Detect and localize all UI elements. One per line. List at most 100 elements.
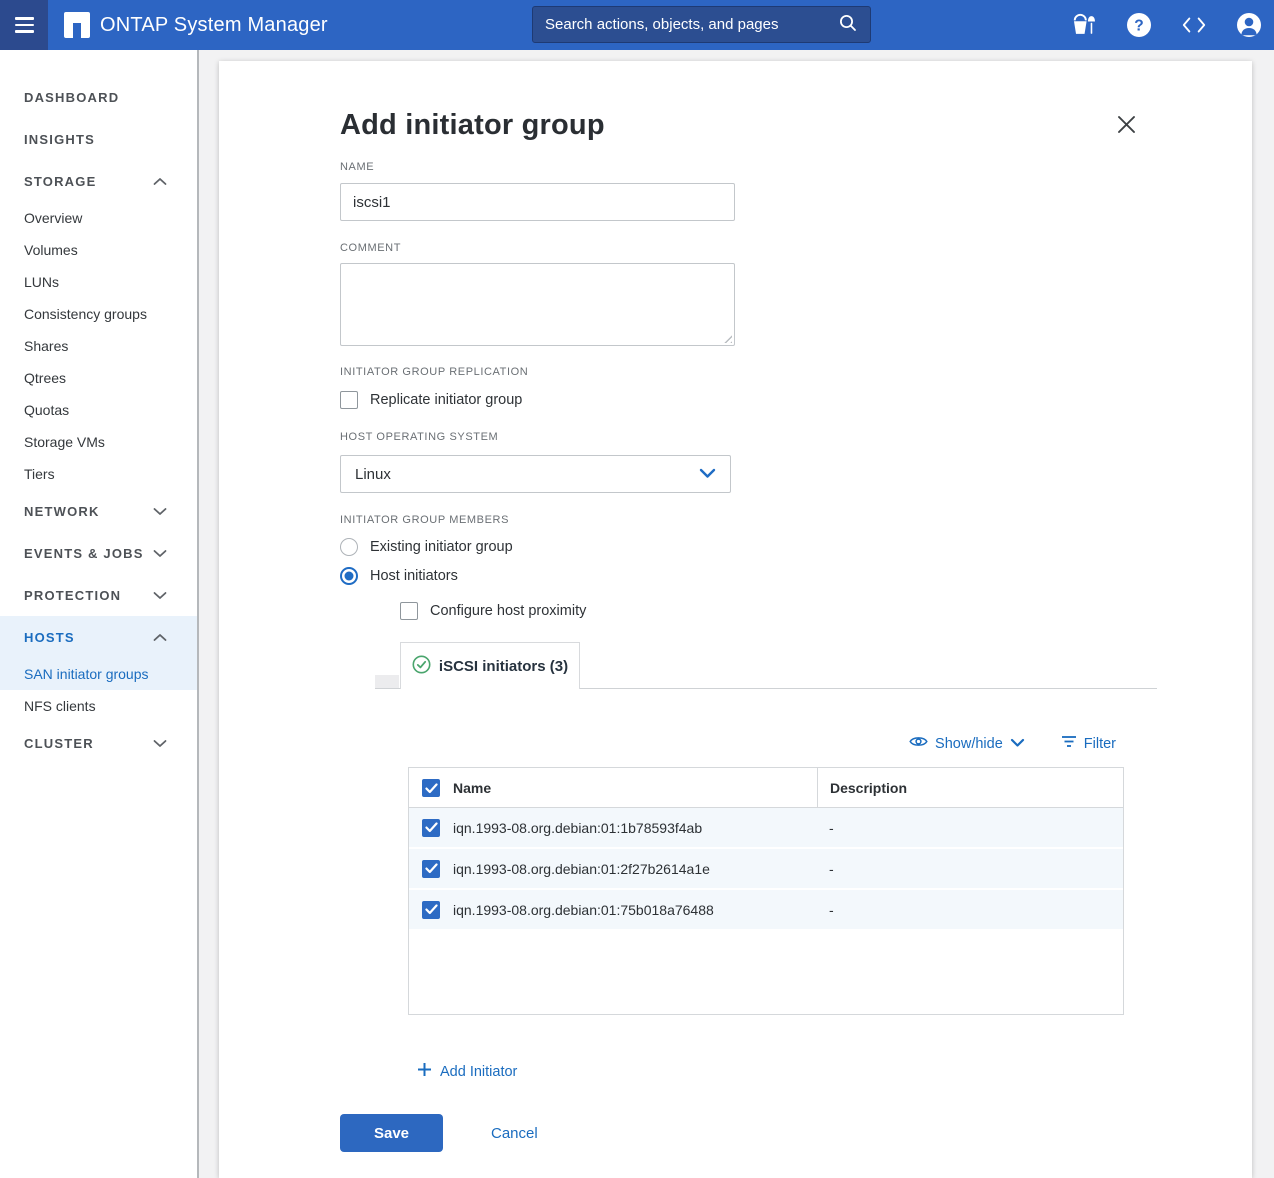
save-button[interactable]: Save bbox=[340, 1114, 443, 1152]
host-os-select[interactable]: Linux bbox=[340, 455, 731, 493]
global-search[interactable] bbox=[532, 6, 871, 43]
sidebar-item-qtrees[interactable]: Qtrees bbox=[0, 362, 197, 394]
sidebar-item-san-initiator-groups[interactable]: SAN initiator groups bbox=[0, 658, 197, 690]
plus-icon bbox=[417, 1062, 432, 1081]
initiators-table: Name Description iqn.1993-08.org.debian:… bbox=[408, 767, 1124, 1015]
initiator-name: iqn.1993-08.org.debian:01:1b78593f4ab bbox=[453, 819, 703, 836]
sidebar-item-nfs-clients[interactable]: NFS clients bbox=[0, 690, 197, 722]
column-header-description[interactable]: Description bbox=[817, 768, 1123, 808]
replicate-checkbox-row[interactable]: Replicate initiator group bbox=[340, 391, 1252, 409]
add-initiator-label: Add Initiator bbox=[440, 1063, 518, 1080]
sidebar-item-cluster[interactable]: CLUSTER bbox=[0, 722, 197, 764]
sidebar-item-hosts[interactable]: HOSTS bbox=[0, 616, 197, 658]
sidebar-item-consistency-groups[interactable]: Consistency groups bbox=[0, 298, 197, 330]
replication-label: INITIATOR GROUP REPLICATION bbox=[340, 366, 529, 378]
select-all-checkbox[interactable] bbox=[422, 779, 440, 797]
netapp-logo bbox=[64, 12, 90, 38]
help-icon[interactable]: ? bbox=[1126, 12, 1152, 38]
search-input[interactable] bbox=[545, 16, 838, 33]
sandbox-bucket-icon[interactable] bbox=[1071, 12, 1097, 38]
initiator-name: iqn.1993-08.org.debian:01:75b018a76488 bbox=[453, 901, 714, 918]
sidebar-item-volumes[interactable]: Volumes bbox=[0, 234, 197, 266]
eye-icon bbox=[909, 735, 928, 752]
code-icon[interactable] bbox=[1181, 12, 1207, 38]
filter-label: Filter bbox=[1083, 735, 1116, 752]
table-row[interactable]: iqn.1993-08.org.debian:01:2f27b2614a1e - bbox=[409, 849, 1123, 890]
sidebar-item-events-jobs[interactable]: EVENTS & JOBS bbox=[0, 532, 197, 574]
initiator-name: iqn.1993-08.org.debian:01:2f27b2614a1e bbox=[453, 860, 710, 877]
row-checkbox[interactable] bbox=[422, 900, 440, 919]
comment-label: COMMENT bbox=[340, 242, 402, 254]
members-label: INITIATOR GROUP MEMBERS bbox=[340, 514, 510, 526]
table-row[interactable]: iqn.1993-08.org.debian:01:1b78593f4ab - bbox=[409, 808, 1123, 849]
chevron-down-icon bbox=[153, 587, 167, 603]
chevron-down-icon bbox=[1010, 736, 1025, 752]
proximity-checkbox[interactable] bbox=[400, 602, 418, 620]
replicate-checkbox[interactable] bbox=[340, 391, 358, 409]
sidebar-item-quotas[interactable]: Quotas bbox=[0, 394, 197, 426]
chevron-down-icon bbox=[699, 466, 716, 482]
name-input[interactable] bbox=[340, 183, 735, 221]
table-row[interactable]: iqn.1993-08.org.debian:01:75b018a76488 - bbox=[409, 890, 1123, 931]
svg-text:?: ? bbox=[1134, 17, 1143, 34]
column-header-name[interactable]: Name bbox=[453, 780, 817, 796]
proximity-checkbox-row[interactable]: Configure host proximity bbox=[400, 602, 1252, 620]
initiator-description: - bbox=[829, 860, 834, 877]
filter-icon bbox=[1061, 735, 1077, 752]
sidebar-item-insights[interactable]: INSIGHTS bbox=[0, 118, 197, 160]
user-avatar-icon[interactable] bbox=[1236, 12, 1262, 38]
tab-label: iSCSI initiators (3) bbox=[438, 657, 569, 675]
sidebar-item-dashboard[interactable]: DASHBOARD bbox=[0, 76, 197, 118]
add-initiator-button[interactable]: Add Initiator bbox=[417, 1062, 517, 1081]
chevron-down-icon bbox=[153, 545, 167, 561]
sidebar-item-tiers[interactable]: Tiers bbox=[0, 458, 197, 490]
sidebar-item-network[interactable]: NETWORK bbox=[0, 490, 197, 532]
row-checkbox[interactable] bbox=[422, 859, 440, 878]
app-title: ONTAP System Manager bbox=[100, 13, 328, 36]
sidebar-nav: DASHBOARD INSIGHTS STORAGE Overview Volu… bbox=[0, 50, 199, 1178]
hamburger-menu-icon[interactable] bbox=[0, 0, 48, 50]
initiator-description: - bbox=[829, 819, 834, 836]
chevron-up-icon bbox=[153, 629, 167, 645]
existing-group-radio-row[interactable]: Existing initiator group bbox=[340, 538, 1252, 556]
green-check-circle-icon bbox=[412, 655, 431, 677]
row-checkbox[interactable] bbox=[422, 818, 440, 837]
main-area: Add initiator group NAME COMMENT INITIAT… bbox=[201, 50, 1274, 1178]
sidebar-item-luns[interactable]: LUNs bbox=[0, 266, 197, 298]
sidebar-item-protection[interactable]: PROTECTION bbox=[0, 574, 197, 616]
topbar-icon-group: ? bbox=[1071, 0, 1262, 50]
search-icon[interactable] bbox=[838, 13, 858, 36]
top-bar: ONTAP System Manager ? bbox=[0, 0, 1274, 50]
table-empty-area bbox=[409, 931, 1123, 1014]
sidebar-item-shares[interactable]: Shares bbox=[0, 330, 197, 362]
host-initiators-radio-row[interactable]: Host initiators bbox=[340, 567, 1252, 585]
sidebar-item-overview[interactable]: Overview bbox=[0, 202, 197, 234]
add-initiator-group-panel: Add initiator group NAME COMMENT INITIAT… bbox=[219, 61, 1252, 1178]
tab-iscsi-initiators[interactable]: iSCSI initiators (3) bbox=[400, 642, 580, 689]
host-os-value: Linux bbox=[355, 465, 391, 483]
chevron-down-icon bbox=[153, 503, 167, 519]
proximity-checkbox-label: Configure host proximity bbox=[430, 603, 587, 619]
table-header-row: Name Description bbox=[409, 768, 1123, 808]
table-tools: Show/hide Filter bbox=[340, 735, 1116, 752]
cancel-button[interactable]: Cancel bbox=[491, 1125, 538, 1142]
chevron-down-icon bbox=[153, 735, 167, 751]
name-label: NAME bbox=[340, 161, 375, 173]
initiator-description: - bbox=[829, 901, 834, 918]
brand: ONTAP System Manager bbox=[64, 12, 328, 38]
existing-group-radio-label: Existing initiator group bbox=[370, 539, 513, 555]
chevron-up-icon bbox=[153, 173, 167, 189]
filter-button[interactable]: Filter bbox=[1061, 735, 1116, 752]
dialog-actions: Save Cancel bbox=[340, 1114, 1252, 1176]
page-title: Add initiator group bbox=[340, 109, 605, 141]
tab-strip: iSCSI initiators (3) bbox=[375, 642, 1157, 689]
sidebar-item-storage[interactable]: STORAGE bbox=[0, 160, 197, 202]
show-hide-label: Show/hide bbox=[935, 735, 1003, 752]
existing-group-radio[interactable] bbox=[340, 538, 358, 556]
host-os-label: HOST OPERATING SYSTEM bbox=[340, 431, 499, 443]
comment-textarea[interactable] bbox=[340, 263, 735, 346]
host-initiators-radio[interactable] bbox=[340, 567, 358, 585]
sidebar-item-storage-vms[interactable]: Storage VMs bbox=[0, 426, 197, 458]
host-initiators-radio-label: Host initiators bbox=[370, 568, 458, 584]
show-hide-button[interactable]: Show/hide bbox=[909, 735, 1025, 752]
